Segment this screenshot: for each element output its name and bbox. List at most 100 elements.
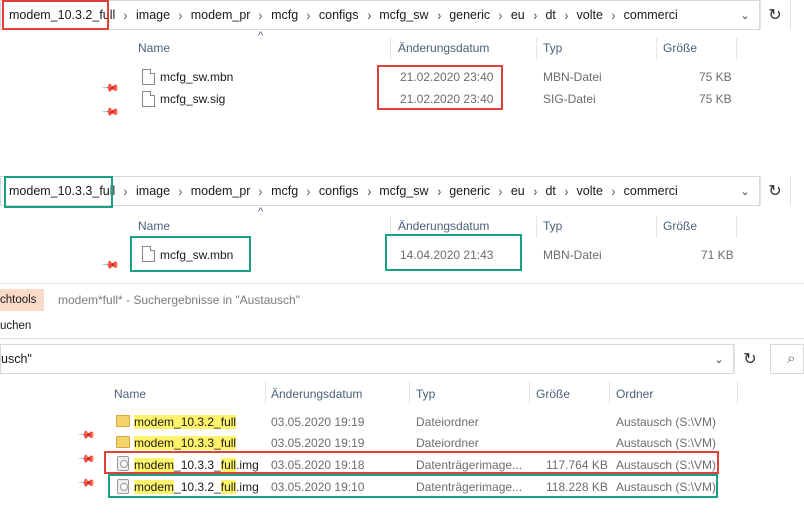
search-result-date: 03.05.2020 19:19 bbox=[271, 415, 365, 429]
column-header-size[interactable]: Größe bbox=[536, 387, 570, 401]
breadcrumb-item[interactable]: commerci bbox=[620, 184, 682, 198]
chevron-right-icon[interactable]: › bbox=[495, 183, 505, 199]
file-size: 75 KB bbox=[699, 70, 732, 84]
search-result-folder: Austausch (S:\VM) bbox=[616, 436, 717, 450]
column-header-size[interactable]: Größe bbox=[663, 219, 697, 233]
chevron-right-icon[interactable]: › bbox=[608, 7, 618, 23]
annotation-box-red bbox=[2, 0, 109, 30]
column-header-name[interactable]: Name bbox=[138, 41, 170, 55]
breadcrumb-item[interactable]: volte bbox=[573, 8, 607, 22]
search-result-name[interactable]: modem_10.3.2_full bbox=[134, 415, 237, 429]
pin-icon[interactable]: 📌 bbox=[102, 257, 120, 275]
breadcrumb-item[interactable]: mcfg_sw bbox=[375, 184, 432, 198]
breadcrumb-item[interactable]: configs bbox=[315, 184, 363, 198]
pin-icon[interactable]: 📌 bbox=[78, 451, 96, 469]
divider bbox=[656, 216, 657, 238]
breadcrumb-item[interactable]: mcfg_sw bbox=[375, 8, 432, 22]
column-header-date[interactable]: Änderungsdatum bbox=[398, 219, 489, 233]
breadcrumb-item[interactable]: eu bbox=[507, 8, 529, 22]
chevron-right-icon[interactable]: › bbox=[530, 7, 540, 23]
chevron-right-icon[interactable]: › bbox=[608, 183, 618, 199]
divider bbox=[736, 38, 737, 60]
address-bar-mid[interactable]: modem_10.3.3_full › image › modem_pr › mcfg › co… bbox=[0, 176, 760, 206]
divider bbox=[409, 382, 410, 404]
address-bar-top[interactable]: modem_10.3.2_full › image › modem_pr › mcfg › co… bbox=[0, 0, 760, 30]
divider bbox=[536, 216, 537, 238]
column-header-folder[interactable]: Ordner bbox=[616, 387, 653, 401]
pin-icon[interactable]: 📌 bbox=[102, 80, 120, 98]
column-header-type[interactable]: Typ bbox=[416, 387, 435, 401]
chevron-right-icon[interactable]: › bbox=[495, 7, 505, 23]
annotation-box-red bbox=[377, 65, 503, 110]
search-result-type: Dateiordner bbox=[416, 415, 479, 429]
chevron-right-icon[interactable]: › bbox=[434, 183, 444, 199]
breadcrumb-item[interactable]: mcfg bbox=[267, 184, 302, 198]
pin-icon[interactable]: 📌 bbox=[78, 475, 96, 493]
chevron-right-icon[interactable]: › bbox=[304, 7, 314, 23]
chevron-down-icon[interactable]: ⌄ bbox=[732, 177, 758, 205]
chevron-down-icon[interactable]: ⌄ bbox=[706, 345, 732, 373]
chevron-right-icon[interactable]: › bbox=[561, 183, 571, 199]
search-result-date: 03.05.2020 19:19 bbox=[271, 436, 365, 450]
chevron-right-icon[interactable]: › bbox=[175, 183, 185, 199]
breadcrumb-item[interactable]: image bbox=[132, 184, 174, 198]
search-result-name[interactable]: modem_10.3.3_full bbox=[134, 436, 237, 450]
window-gap bbox=[0, 118, 804, 174]
divider bbox=[737, 382, 738, 404]
refresh-icon[interactable]: ↻ bbox=[761, 177, 789, 205]
ribbon-tab-search[interactable]: uchen bbox=[0, 320, 31, 332]
file-name[interactable]: mcfg_sw.sig bbox=[160, 92, 225, 106]
column-header-date[interactable]: Änderungsdatum bbox=[271, 387, 362, 401]
chevron-right-icon[interactable]: › bbox=[121, 183, 131, 199]
file-type: SIG-Datei bbox=[543, 92, 596, 106]
annotation-box-green bbox=[130, 236, 251, 272]
address-text: usch" bbox=[1, 352, 32, 366]
chevron-right-icon[interactable]: › bbox=[530, 183, 540, 199]
chevron-right-icon[interactable]: › bbox=[121, 7, 131, 23]
chevron-right-icon[interactable]: › bbox=[175, 7, 185, 23]
chevron-down-icon[interactable]: ⌄ bbox=[732, 1, 758, 29]
search-result-folder: Austausch (S:\VM) bbox=[616, 415, 717, 429]
divider bbox=[790, 0, 791, 30]
breadcrumb-item[interactable]: dt bbox=[541, 184, 559, 198]
chevron-right-icon[interactable]: › bbox=[364, 7, 374, 23]
refresh-icon[interactable]: ↻ bbox=[761, 1, 789, 29]
address-bar-search[interactable]: usch" bbox=[0, 344, 734, 374]
annotation-box-green bbox=[4, 176, 113, 208]
breadcrumb-item[interactable]: commerci bbox=[620, 8, 682, 22]
column-header-name[interactable]: Name bbox=[138, 219, 170, 233]
chevron-right-icon[interactable]: › bbox=[364, 183, 374, 199]
breadcrumb-item[interactable]: image bbox=[132, 8, 174, 22]
folder-icon bbox=[116, 436, 130, 448]
divider bbox=[656, 38, 657, 60]
breadcrumb-item[interactable]: volte bbox=[573, 184, 607, 198]
divider bbox=[536, 38, 537, 60]
chevron-right-icon[interactable]: › bbox=[304, 183, 314, 199]
file-icon bbox=[142, 69, 155, 85]
breadcrumb-item[interactable]: mcfg bbox=[267, 8, 302, 22]
column-header-name[interactable]: Name bbox=[114, 387, 146, 401]
ribbon-tab-search-tools[interactable]: chtools bbox=[0, 294, 36, 306]
chevron-right-icon[interactable]: › bbox=[256, 7, 266, 23]
chevron-right-icon[interactable]: › bbox=[256, 183, 266, 199]
breadcrumb-item[interactable]: dt bbox=[541, 8, 559, 22]
breadcrumb-item[interactable]: generic bbox=[445, 184, 494, 198]
divider bbox=[790, 176, 791, 206]
file-name[interactable]: mcfg_sw.mbn bbox=[160, 70, 233, 84]
divider bbox=[734, 344, 735, 374]
column-header-size[interactable]: Größe bbox=[663, 41, 697, 55]
pin-icon[interactable]: 📌 bbox=[78, 427, 96, 445]
breadcrumb-item[interactable]: modem_pr bbox=[187, 8, 255, 22]
column-header-date[interactable]: Änderungsdatum bbox=[398, 41, 489, 55]
breadcrumb-item[interactable]: generic bbox=[445, 8, 494, 22]
column-header-type[interactable]: Typ bbox=[543, 219, 562, 233]
refresh-icon[interactable]: ↻ bbox=[736, 345, 764, 373]
annotation-box-green bbox=[385, 234, 522, 271]
breadcrumb-item[interactable]: eu bbox=[507, 184, 529, 198]
chevron-right-icon[interactable]: › bbox=[561, 7, 571, 23]
breadcrumb-item[interactable]: configs bbox=[315, 8, 363, 22]
column-header-type[interactable]: Typ bbox=[543, 41, 562, 55]
breadcrumb-item[interactable]: modem_pr bbox=[187, 184, 255, 198]
chevron-right-icon[interactable]: › bbox=[434, 7, 444, 23]
search-result-type: Dateiordner bbox=[416, 436, 479, 450]
